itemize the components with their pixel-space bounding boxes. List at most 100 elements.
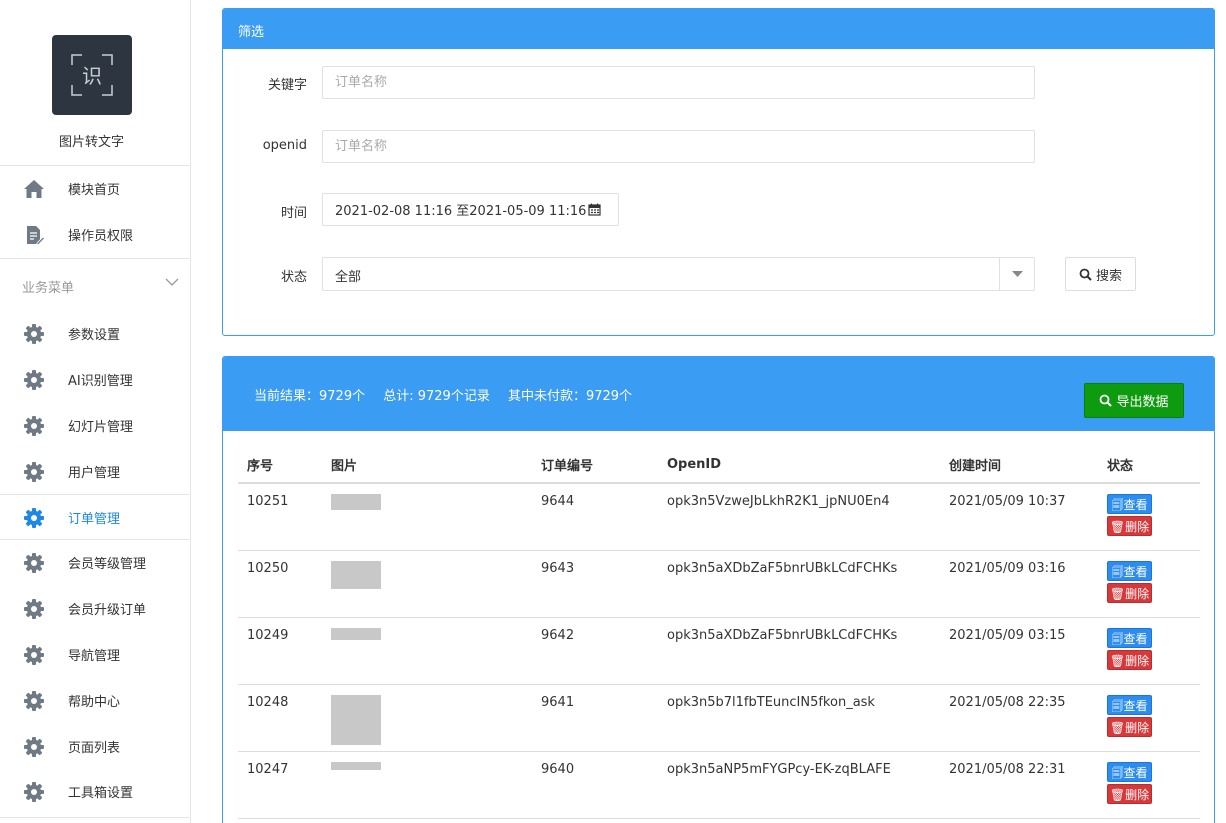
- sidebar-item-11[interactable]: 工具箱设置: [0, 769, 190, 813]
- view-button[interactable]: 🗐查看: [1107, 560, 1152, 581]
- filter-panel-title: 筛选: [223, 9, 1214, 49]
- sidebar-item-label: 帮助中心: [68, 694, 121, 710]
- cell-created: 2021/05/09 03:15: [940, 617, 1098, 685]
- order-image-thumbnail[interactable]: [331, 494, 381, 510]
- sidebar-item-label: 工具箱设置: [68, 785, 134, 801]
- delete-button[interactable]: 🗑删除: [1107, 716, 1152, 737]
- cell-actions: 🗐查看 🗑删除: [1098, 550, 1200, 618]
- delete-button-label: 删除: [1125, 720, 1150, 735]
- sidebar-item-label: 页面列表: [68, 740, 121, 756]
- gear-icon: [24, 416, 44, 436]
- cell-openid: opk3n5aXDbZaF5bnrUBkLCdFCHKs: [658, 617, 940, 685]
- status-select-toggle[interactable]: [999, 258, 1034, 290]
- sidebar-item-operator-permissions[interactable]: 操作员权限: [0, 212, 190, 256]
- openid-label: openid: [262, 138, 307, 153]
- app-name: 图片转文字: [58, 135, 124, 150]
- sidebar-item-home[interactable]: 模块首页: [0, 166, 190, 210]
- gear-icon: [24, 645, 44, 665]
- delete-button-label: 删除: [1125, 586, 1150, 601]
- column-header-image: 图片: [322, 447, 532, 484]
- table-row: 10251 9644 opk3n5VzweJbLkhR2K1_jpNU0En4 …: [238, 483, 1200, 551]
- cell-created: 2021/05/08 22:35: [940, 684, 1098, 752]
- orders-table: 序号 图片 订单编号 OpenID 创建时间 状态 10251 9644 opk…: [238, 447, 1200, 819]
- cell-order-no: 9641: [532, 684, 658, 752]
- cell-order-no: 9643: [532, 550, 658, 618]
- cell-openid: opk3n5VzweJbLkhR2K1_jpNU0En4: [658, 483, 940, 551]
- view-button[interactable]: 🗐查看: [1107, 494, 1152, 514]
- sidebar-group-title: 业务菜单: [22, 281, 75, 296]
- sidebar-item-label: 幻灯片管理: [68, 419, 134, 435]
- cell-order-no: 9642: [532, 617, 658, 685]
- delete-button[interactable]: 🗑删除: [1107, 582, 1152, 603]
- delete-button[interactable]: 🗑删除: [1107, 516, 1152, 536]
- home-icon: [24, 180, 44, 198]
- view-button-label: 查看: [1123, 765, 1148, 780]
- keyword-label: 关键字: [267, 78, 307, 93]
- current-count: 当前结果：9729个: [254, 389, 366, 404]
- gear-icon: [24, 553, 44, 573]
- cell-image: [322, 751, 532, 819]
- cell-image: [322, 617, 532, 685]
- status-select[interactable]: 全部: [322, 257, 1035, 291]
- view-button-label: 查看: [1123, 631, 1148, 646]
- results-panel: 当前结果：9729个 总计: 9729个记录 其中未付款：9729个 导出数据 …: [222, 356, 1215, 823]
- sidebar-item-3[interactable]: 幻灯片管理: [0, 403, 190, 447]
- order-image-thumbnail[interactable]: [331, 761, 381, 770]
- cell-id: 10251: [238, 483, 322, 551]
- status-label: 状态: [280, 270, 307, 285]
- results-summary: 当前结果：9729个 总计: 9729个记录 其中未付款：9729个: [254, 385, 646, 404]
- search-button[interactable]: 搜索: [1065, 257, 1136, 291]
- cell-order-no: 9644: [532, 483, 658, 551]
- column-header-order-no: 订单编号: [532, 447, 658, 484]
- export-data-label: 导出数据: [1116, 395, 1169, 410]
- cell-openid: opk3n5aNP5mFYGPcy-EK-zqBLAFE: [658, 751, 940, 819]
- sidebar-item-label: 会员等级管理: [68, 556, 147, 572]
- cell-actions: 🗐查看 🗑删除: [1098, 617, 1200, 685]
- divider: [0, 494, 190, 495]
- cell-openid: opk3n5aXDbZaF5bnrUBkLCdFCHKs: [658, 550, 940, 618]
- sidebar-item-8[interactable]: 导航管理: [0, 632, 190, 676]
- search-icon: [1100, 394, 1113, 407]
- caret-down-icon: [1012, 271, 1023, 277]
- cell-order-no: 9640: [532, 751, 658, 819]
- view-button-label: 查看: [1123, 698, 1148, 713]
- gear-icon: [24, 324, 44, 344]
- table-row: 10250 9643 opk3n5aXDbZaF5bnrUBkLCdFCHKs …: [238, 550, 1200, 618]
- openid-input[interactable]: [322, 130, 1035, 163]
- cell-image: [322, 550, 532, 618]
- cell-id: 10248: [238, 684, 322, 752]
- cell-image: [322, 483, 532, 551]
- gear-icon: [24, 462, 44, 482]
- chevron-down-icon[interactable]: [164, 276, 180, 288]
- table-row: 10249 9642 opk3n5aXDbZaF5bnrUBkLCdFCHKs …: [238, 617, 1200, 685]
- order-image-thumbnail[interactable]: [331, 627, 381, 640]
- keyword-input[interactable]: [322, 66, 1035, 99]
- cell-actions: 🗐查看 🗑删除: [1098, 483, 1200, 551]
- unpaid-count: 其中未付款：9729个: [507, 389, 633, 404]
- delete-button-label: 删除: [1125, 653, 1150, 668]
- view-button[interactable]: 🗐查看: [1107, 627, 1152, 648]
- view-button[interactable]: 🗐查看: [1107, 694, 1152, 715]
- order-image-thumbnail[interactable]: [331, 560, 381, 589]
- sidebar-item-2[interactable]: AI识别管理: [0, 357, 190, 401]
- delete-button-label: 删除: [1125, 520, 1150, 534]
- sidebar-item-9[interactable]: 帮助中心: [0, 678, 190, 722]
- order-image-thumbnail[interactable]: [331, 694, 381, 745]
- sidebar-item-7[interactable]: 会员升级订单: [0, 586, 190, 630]
- cell-actions: 🗐查看 🗑删除: [1098, 684, 1200, 752]
- sidebar-item-1[interactable]: 参数设置: [0, 311, 190, 355]
- sidebar-item-5[interactable]: 订单管理: [0, 495, 190, 539]
- delete-button[interactable]: 🗑删除: [1107, 783, 1152, 804]
- table-header-row: 序号 图片 订单编号 OpenID 创建时间 状态: [238, 447, 1200, 484]
- sidebar-item-6[interactable]: 会员等级管理: [0, 540, 190, 584]
- time-range-value: 2021-02-08 11:16 至2021-05-09 11:16: [335, 204, 587, 219]
- sidebar-item-4[interactable]: 用户管理: [0, 449, 190, 493]
- sidebar-item-10[interactable]: 页面列表: [0, 724, 190, 768]
- delete-button[interactable]: 🗑删除: [1107, 649, 1152, 670]
- export-data-button[interactable]: 导出数据: [1084, 383, 1184, 418]
- app-logo: 识: [52, 35, 132, 115]
- time-range-input[interactable]: 2021-02-08 11:16 至2021-05-09 11:16: [322, 193, 619, 226]
- table-row: 10247 9640 opk3n5aNP5mFYGPcy-EK-zqBLAFE …: [238, 751, 1200, 819]
- view-button[interactable]: 🗐查看: [1107, 761, 1152, 782]
- search-icon: [1079, 268, 1092, 281]
